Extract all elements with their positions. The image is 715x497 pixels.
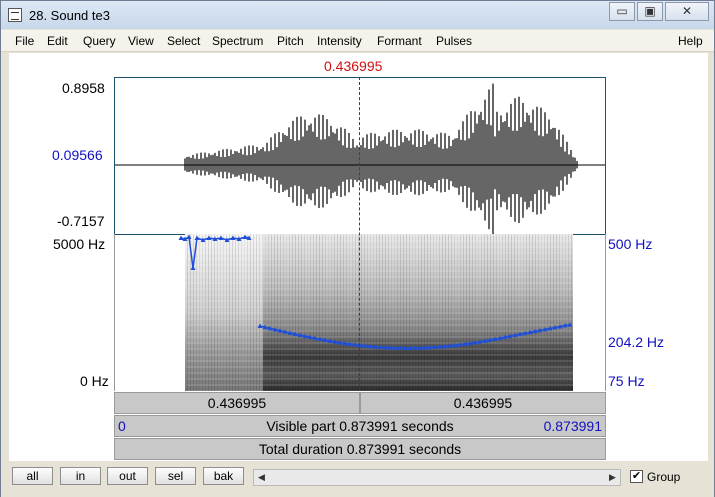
maximize-button[interactable]: ▣ (637, 2, 663, 21)
spectrogram-band (187, 330, 573, 332)
zoom-back-button[interactable]: bak (203, 467, 244, 485)
spectrogram-band (187, 294, 573, 296)
menu-intensity[interactable]: Intensity (317, 34, 362, 48)
waveform-panel[interactable] (114, 77, 606, 235)
waveform-signal (184, 83, 578, 234)
spectrogram-panel[interactable] (114, 234, 606, 391)
window-title: 28. Sound te3 (29, 8, 110, 23)
visible-start-label: 0 (118, 418, 126, 434)
spectrogram-band (187, 354, 573, 356)
spectrogram-top-freq-label: 5000 Hz (53, 236, 106, 252)
cursor-time-label: 0.436995 (324, 58, 383, 74)
sound-editor-window: 28. Sound te3 ▭ ▣ ✕ File Edit Query View… (0, 0, 715, 497)
menu-select[interactable]: Select (167, 34, 200, 48)
menu-pulses[interactable]: Pulses (436, 34, 472, 48)
group-label: Group (647, 470, 681, 484)
bottom-toolbar: all in out sel bak ◀ ▶ ✔ Group (1, 463, 714, 497)
spectrogram-band (187, 240, 573, 242)
zoom-all-button[interactable]: all (12, 467, 53, 485)
menu-pitch[interactable]: Pitch (277, 34, 304, 48)
zoom-out-button[interactable]: out (107, 467, 148, 485)
spectrogram-band (187, 318, 573, 320)
menu-query[interactable]: Query (83, 34, 116, 48)
title-bar[interactable]: 28. Sound te3 ▭ ▣ ✕ (1, 1, 714, 29)
pitch-cursor-label: 204.2 Hz (608, 334, 665, 350)
waveform-max-label: 0.8958 (62, 80, 105, 96)
total-duration-bar[interactable]: Total duration 0.873991 seconds (114, 438, 606, 460)
spectrogram-band (187, 378, 573, 380)
spectrogram-band (187, 264, 573, 266)
group-checkbox[interactable]: ✔ (630, 470, 643, 483)
close-button[interactable]: ✕ (665, 2, 709, 21)
pitch-top-label: 500 Hz (608, 236, 653, 252)
spectrogram-band (187, 258, 573, 260)
spectrogram-band (187, 300, 573, 302)
menu-formant[interactable]: Formant (377, 34, 422, 48)
spectrogram-band (187, 282, 573, 284)
segment-left-bar[interactable]: 0.436995 (114, 392, 360, 414)
scroll-right-icon[interactable]: ▶ (605, 470, 620, 485)
spectrogram-band (187, 252, 573, 254)
spectrogram-band (187, 324, 573, 326)
horizontal-scrollbar[interactable]: ◀ ▶ (253, 469, 621, 486)
visible-part-label: Visible part 0.873991 seconds (266, 418, 454, 434)
spectrogram-band (187, 390, 573, 391)
pitch-bottom-label: 75 Hz (608, 373, 645, 389)
spectrogram-plot (178, 234, 573, 391)
spectrogram-bottom-freq-label: 0 Hz (80, 373, 109, 389)
waveform-plot (115, 83, 605, 234)
waveform-min-label: -0.7157 (57, 213, 105, 229)
menu-help[interactable]: Help (678, 34, 703, 48)
menu-edit[interactable]: Edit (47, 34, 68, 48)
spectrogram-band (187, 366, 573, 368)
minimize-button[interactable]: ▭ (609, 2, 635, 21)
menu-file[interactable]: File (15, 34, 34, 48)
waveform-cursor-value-label: 0.09566 (52, 147, 103, 163)
spectrogram-band (187, 360, 573, 362)
menu-spectrum[interactable]: Spectrum (212, 34, 263, 48)
visible-end-label: 0.873991 (543, 418, 602, 434)
spectrogram-band (187, 246, 573, 248)
cursor-line (359, 77, 360, 391)
spectrogram-band (187, 276, 573, 278)
spectrogram-band (187, 384, 573, 386)
menu-view[interactable]: View (128, 34, 154, 48)
spectrogram-band (187, 288, 573, 290)
visible-part-bar[interactable]: 0 Visible part 0.873991 seconds 0.873991 (114, 415, 606, 437)
zoom-selection-button[interactable]: sel (155, 467, 196, 485)
spectrogram-band (187, 312, 573, 314)
app-icon (8, 8, 22, 22)
zoom-in-button[interactable]: in (60, 467, 101, 485)
spectrogram-band (187, 342, 573, 344)
scroll-left-icon[interactable]: ◀ (254, 470, 269, 485)
spectrogram-band (187, 270, 573, 272)
spectrogram-band (187, 306, 573, 308)
spectrogram-band (187, 372, 573, 374)
segment-right-bar[interactable]: 0.436995 (360, 392, 606, 414)
menu-bar: File Edit Query View Select Spectrum Pit… (1, 30, 714, 52)
